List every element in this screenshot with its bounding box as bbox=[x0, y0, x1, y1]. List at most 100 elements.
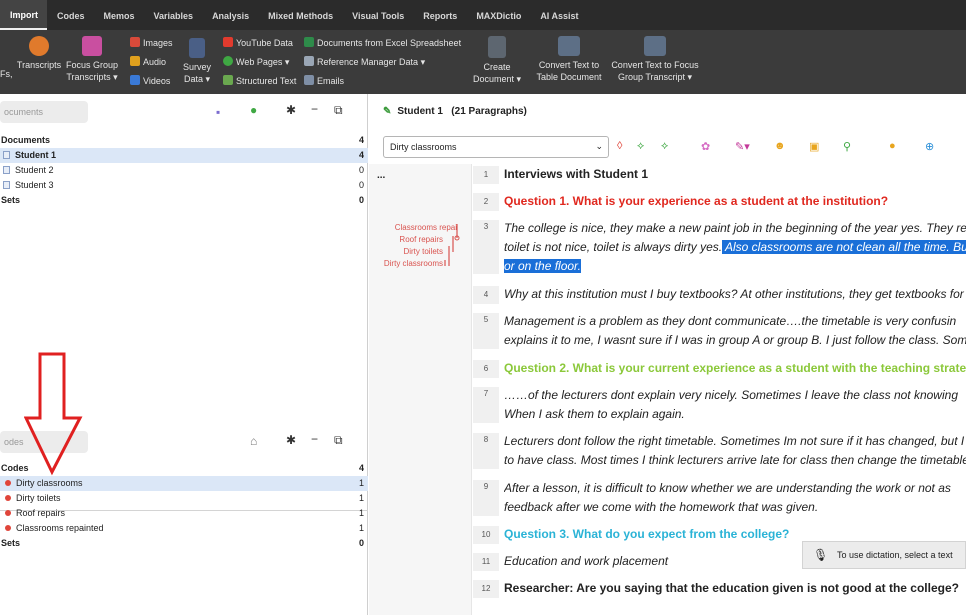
tab-maxdictio[interactable]: MAXDictio bbox=[466, 0, 530, 30]
tab-analysis[interactable]: Analysis bbox=[202, 0, 258, 30]
paragraph-number[interactable]: 10 bbox=[473, 526, 499, 544]
selected-text[interactable]: or on the floor. bbox=[504, 259, 581, 273]
paragraph-2[interactable]: Question 1. What is your experience as a… bbox=[504, 192, 966, 211]
paragraph-5-line-1[interactable]: Management is a problem as they dont com… bbox=[504, 312, 966, 331]
code-sets[interactable]: Sets 0 bbox=[0, 536, 368, 551]
edit-icon[interactable]: ✎ bbox=[383, 106, 391, 117]
convert-focus-button[interactable]: Convert Text to Focus Group Transcript ▾ bbox=[608, 36, 702, 83]
tab-reports[interactable]: Reports bbox=[413, 0, 466, 30]
tab-memos[interactable]: Memos bbox=[94, 0, 144, 30]
reference-manager-button[interactable]: Reference Manager Data ▾ bbox=[304, 56, 425, 68]
ribbon: Fs, Transcripts Focus Group Transcripts … bbox=[0, 30, 966, 94]
expand-icon[interactable]: ⧉ bbox=[334, 103, 343, 118]
paragraph-9-line-1[interactable]: After a lesson, it is difficult to know … bbox=[504, 479, 966, 498]
documents-root[interactable]: Documents 4 bbox=[0, 133, 368, 148]
paragraph-7-line-1[interactable]: ……of the lecturers dont explain very nic… bbox=[504, 386, 966, 405]
code-multi-icon[interactable]: ⟡ bbox=[661, 140, 668, 153]
smiley-icon[interactable]: ☻ bbox=[774, 140, 786, 152]
survey-data-button[interactable]: Survey Data ▾ bbox=[180, 38, 214, 85]
code-item-roof-repairs[interactable]: Roof repairs 1 bbox=[0, 506, 368, 521]
tab-variables[interactable]: Variables bbox=[144, 0, 203, 30]
document-item-student-2[interactable]: Student 2 0 bbox=[0, 163, 368, 178]
transcripts-button[interactable]: Transcripts bbox=[16, 36, 62, 71]
add-icon[interactable]: ● bbox=[250, 103, 257, 117]
minimize-icon[interactable]: − bbox=[311, 102, 318, 116]
paragraph-1[interactable]: Interviews with Student 1 bbox=[504, 165, 966, 184]
youtube-button[interactable]: YouTube Data bbox=[223, 37, 293, 48]
tab-codes[interactable]: Codes bbox=[47, 0, 94, 30]
code-item-dirty-toilets[interactable]: Dirty toilets 1 bbox=[0, 491, 368, 506]
documents-excel-button[interactable]: Documents from Excel Spreadsheet bbox=[304, 37, 461, 48]
pdfs-button[interactable]: Fs, bbox=[0, 68, 13, 80]
expand-icon[interactable]: ⧉ bbox=[334, 433, 343, 448]
paragraph-5-line-2[interactable]: explains it to me, I wasnt sure if I was… bbox=[504, 331, 966, 350]
paragraph-8-line-1[interactable]: Lecturers dont follow the right timetabl… bbox=[504, 432, 966, 451]
paragraph-number[interactable]: 11 bbox=[473, 553, 499, 571]
convert-table-button[interactable]: Convert Text to Table Document bbox=[534, 36, 604, 83]
paragraph-9-line-2[interactable]: feedback after we come with the homework… bbox=[504, 498, 966, 517]
tab-ai-assist[interactable]: AI Assist bbox=[530, 0, 587, 30]
memo-icon[interactable]: ▣ bbox=[809, 140, 819, 153]
more-icon[interactable]: ... bbox=[377, 170, 385, 181]
paragraph-number[interactable]: 4 bbox=[473, 286, 499, 304]
chevron-down-icon: ⌄ bbox=[595, 141, 603, 151]
minimize-icon[interactable]: − bbox=[311, 432, 318, 446]
document-item-student-3[interactable]: Student 3 0 bbox=[0, 178, 368, 193]
videos-button[interactable]: Videos bbox=[130, 75, 170, 86]
gear-icon[interactable]: ✱ bbox=[286, 433, 296, 447]
web-pages-button[interactable]: Web Pages ▾ bbox=[223, 56, 289, 68]
emoticode-icon[interactable]: ✿ bbox=[701, 140, 710, 153]
paragraph-4[interactable]: Why at this institution must I buy textb… bbox=[504, 285, 966, 304]
coding-label-dirty-classrooms[interactable]: Dirty classrooms bbox=[371, 259, 443, 268]
focus-group-label-1: Focus Group bbox=[65, 60, 119, 70]
paragraph-number[interactable]: 12 bbox=[473, 580, 499, 598]
coding-label-roof-repairs[interactable]: Roof repairs bbox=[371, 235, 443, 244]
documents-label: Documents bbox=[1, 135, 51, 145]
paragraph-number[interactable]: 9 bbox=[473, 480, 499, 516]
paragraph-3-line-1[interactable]: The college is nice, they make a new pai… bbox=[504, 219, 966, 238]
documents-search-input[interactable]: ocuments bbox=[0, 101, 88, 123]
code-select[interactable]: Dirty classrooms ⌄ bbox=[383, 136, 609, 158]
highlight-pen-icon[interactable]: ✎▾ bbox=[735, 140, 750, 153]
structured-text-button[interactable]: Structured Text bbox=[223, 75, 296, 86]
document-sets[interactable]: Sets 0 bbox=[0, 193, 368, 208]
paragraph-8-line-2[interactable]: to have class. Most times I think lectur… bbox=[504, 451, 966, 470]
code-item-dirty-classrooms[interactable]: Dirty classrooms 1 bbox=[0, 476, 368, 491]
convert-focus-label-1: Convert Text to Focus bbox=[611, 60, 699, 70]
videos-icon bbox=[130, 75, 140, 85]
paragraph-number[interactable]: 6 bbox=[473, 360, 499, 378]
tab-mixed-methods[interactable]: Mixed Methods bbox=[258, 0, 342, 30]
new-document-icon[interactable]: ▪ bbox=[216, 105, 220, 119]
audio-button[interactable]: Audio bbox=[130, 56, 166, 67]
paragraph-number[interactable]: 2 bbox=[473, 193, 499, 211]
code-new-icon[interactable]: ⟡ bbox=[637, 140, 644, 153]
paragraph-number[interactable]: 5 bbox=[473, 313, 499, 349]
code-item-classrooms-repainted[interactable]: Classrooms repainted 1 bbox=[0, 521, 368, 536]
new-code-icon[interactable]: ⌂ bbox=[250, 434, 257, 448]
paragraph-number[interactable]: 8 bbox=[473, 433, 499, 469]
create-document-button[interactable]: Create Document ▾ bbox=[470, 36, 524, 85]
focus-group-icon bbox=[82, 36, 102, 56]
add-circle-icon[interactable]: ⊕ bbox=[925, 140, 934, 153]
comment-icon[interactable]: ● bbox=[889, 140, 896, 152]
tab-import[interactable]: Import bbox=[0, 0, 47, 30]
paragraph-number[interactable]: 1 bbox=[473, 166, 499, 184]
paragraph-3-line-3[interactable]: or on the floor. bbox=[504, 257, 966, 276]
paragraph-12[interactable]: Researcher: Are you saying that the educ… bbox=[504, 579, 966, 598]
document-item-student-1[interactable]: Student 1 4 bbox=[0, 148, 368, 163]
code-icon[interactable]: ◊ bbox=[617, 140, 622, 152]
images-button[interactable]: Images bbox=[130, 37, 173, 48]
paragraph-3-line-2[interactable]: toilet is not nice, toilet is always dir… bbox=[504, 238, 966, 257]
selected-text[interactable]: Also classrooms are not clean all the ti… bbox=[722, 240, 966, 254]
paragraph-7-line-2[interactable]: When I ask them to explain again. bbox=[504, 405, 966, 424]
gear-icon[interactable]: ✱ bbox=[286, 103, 296, 117]
emails-button[interactable]: Emails bbox=[304, 75, 344, 86]
code-label: Dirty toilets bbox=[16, 493, 61, 503]
coding-label-dirty-toilets[interactable]: Dirty toilets bbox=[371, 247, 443, 256]
paragraph-number[interactable]: 3 bbox=[473, 220, 499, 274]
tab-visual-tools[interactable]: Visual Tools bbox=[342, 0, 413, 30]
link-icon[interactable]: ⚲ bbox=[843, 140, 851, 153]
focus-group-button[interactable]: Focus Group Transcripts ▾ bbox=[64, 36, 120, 83]
paragraph-number[interactable]: 7 bbox=[473, 387, 499, 423]
paragraph-6[interactable]: Question 2. What is your current experie… bbox=[504, 359, 966, 378]
